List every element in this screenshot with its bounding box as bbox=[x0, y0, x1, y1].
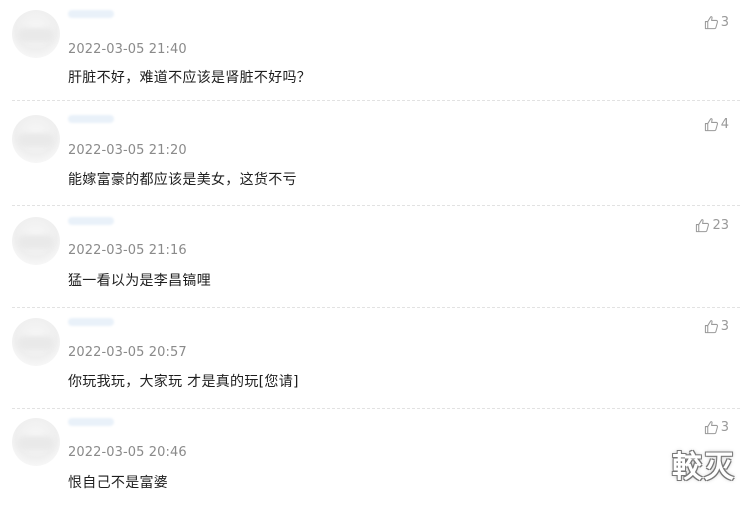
thumbs-up-icon bbox=[704, 421, 718, 435]
comment-time: 2022-03-05 20:57 bbox=[68, 345, 187, 360]
username-blurred[interactable] bbox=[68, 217, 114, 225]
like-count: 3 bbox=[720, 420, 729, 435]
comment-item: 3 2022-03-05 21:40 肝脏不好，难道不应该是肾脏不好吗？ bbox=[0, 0, 754, 101]
like-button[interactable]: 3 bbox=[704, 319, 729, 334]
like-button[interactable]: 3 bbox=[704, 15, 729, 30]
avatar[interactable] bbox=[12, 217, 60, 265]
comment-time: 2022-03-05 20:46 bbox=[68, 445, 187, 460]
username-blurred[interactable] bbox=[68, 10, 114, 18]
watermark: 較灭 bbox=[672, 450, 736, 485]
comment-item: 4 2022-03-05 21:20 能嫁富豪的都应该是美女，这货不亏 bbox=[0, 105, 754, 206]
comment-text: 恨自己不是富婆 bbox=[68, 475, 169, 491]
like-count: 3 bbox=[720, 15, 729, 30]
username-blurred[interactable] bbox=[68, 318, 114, 326]
like-count: 23 bbox=[712, 218, 729, 233]
comment-time: 2022-03-05 21:16 bbox=[68, 243, 187, 258]
thumbs-up-icon bbox=[704, 16, 718, 30]
like-count: 4 bbox=[720, 117, 729, 132]
like-button[interactable]: 4 bbox=[704, 117, 729, 132]
avatar[interactable] bbox=[12, 418, 60, 466]
username-blurred[interactable] bbox=[68, 115, 114, 123]
thumbs-up-icon bbox=[696, 219, 710, 233]
comment-item: 3 2022-03-05 20:57 你玩我玩，大家玩 才是真的玩[您请] bbox=[0, 308, 754, 409]
avatar[interactable] bbox=[12, 115, 60, 163]
comment-time: 2022-03-05 21:20 bbox=[68, 143, 187, 158]
thumbs-up-icon bbox=[704, 320, 718, 334]
like-button[interactable]: 23 bbox=[695, 218, 729, 233]
divider bbox=[12, 205, 740, 206]
divider bbox=[12, 100, 740, 101]
comment-item: 3 2022-03-05 20:46 恨自己不是富婆 bbox=[0, 408, 754, 508]
comment-text: 猛一看以为是李昌镐哩 bbox=[68, 273, 211, 289]
comment-text: 能嫁富豪的都应该是美女，这货不亏 bbox=[68, 172, 297, 188]
comment-item: 23 2022-03-05 21:16 猛一看以为是李昌镐哩 bbox=[0, 207, 754, 308]
comment-text: 你玩我玩，大家玩 才是真的玩[您请] bbox=[68, 374, 299, 390]
username-blurred[interactable] bbox=[68, 418, 114, 426]
like-count: 3 bbox=[720, 319, 729, 334]
comment-text: 肝脏不好，难道不应该是肾脏不好吗？ bbox=[68, 70, 312, 86]
thumbs-up-icon bbox=[704, 118, 718, 132]
avatar[interactable] bbox=[12, 10, 60, 58]
avatar[interactable] bbox=[12, 318, 60, 366]
comment-time: 2022-03-05 21:40 bbox=[68, 42, 187, 57]
like-button[interactable]: 3 bbox=[704, 420, 729, 435]
comment-list: 3 2022-03-05 21:40 肝脏不好，难道不应该是肾脏不好吗？ 4 2… bbox=[0, 0, 754, 506]
